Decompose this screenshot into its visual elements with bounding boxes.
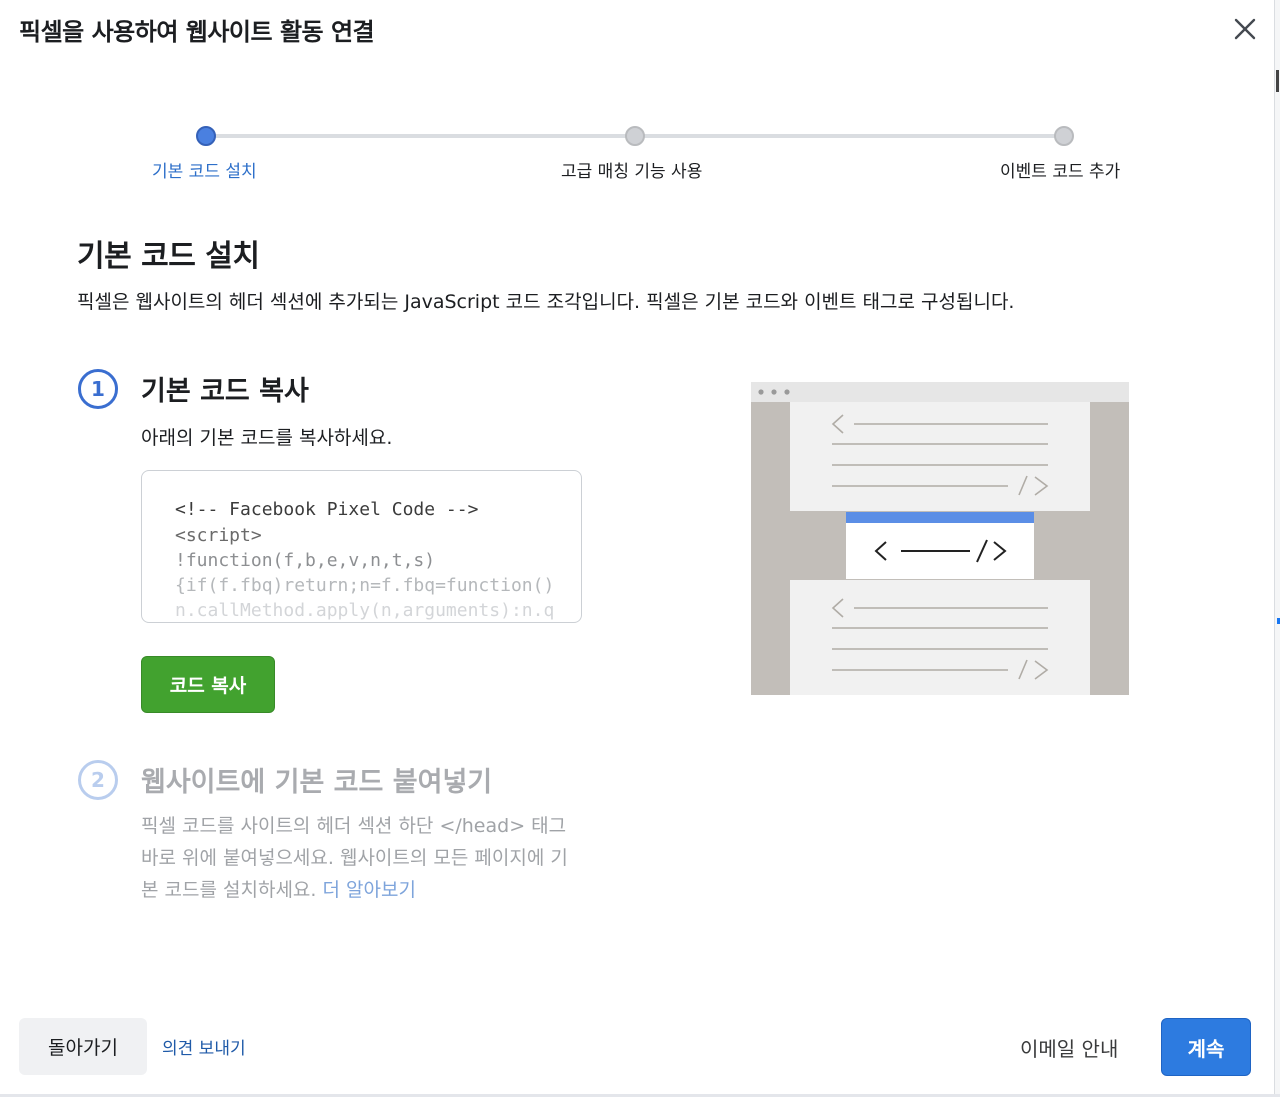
dialog-title: 픽셀을 사용하여 웹사이트 활동 연결 [19, 18, 375, 46]
website-header-illustration [751, 382, 1129, 695]
step-dot-1 [196, 126, 216, 146]
continue-button[interactable]: 계속 [1161, 1018, 1251, 1076]
step1-description: 아래의 기본 코드를 복사하세요. [141, 427, 393, 449]
step2-number-badge: 2 [78, 760, 118, 800]
code-line: <!-- Facebook Pixel Code --> [175, 499, 479, 520]
step-dot-3 [1054, 126, 1074, 146]
section-description: 픽셀은 웹사이트의 헤더 섹션에 추가되는 JavaScript 코드 조각입니… [77, 291, 1015, 313]
copy-code-button[interactable]: 코드 복사 [141, 656, 275, 713]
step2-title: 웹사이트에 기본 코드 붙여넣기 [141, 767, 493, 798]
email-instructions-link[interactable]: 이메일 안내 [1020, 1033, 1118, 1062]
step-label-basic-code: 기본 코드 설치 [152, 162, 257, 182]
code-line: <script> [175, 525, 262, 546]
step-label-event-code: 이벤트 코드 추가 [1000, 162, 1121, 182]
step1-number-badge: 1 [78, 369, 118, 409]
code-line: !function(f,b,e,v,n,t,s) [175, 550, 436, 571]
pixel-setup-dialog: 픽셀을 사용하여 웹사이트 활동 연결 기본 코드 설치 고급 매칭 기능 사용… [0, 0, 1275, 1095]
background-page-edge [1275, 0, 1280, 1097]
step2-description: 픽셀 코드를 사이트의 헤더 섹션 하단 </head> 태그 바로 위에 붙여… [141, 810, 581, 906]
step-label-advanced-matching: 고급 매칭 기능 사용 [561, 162, 703, 182]
learn-more-link[interactable]: 더 알아보기 [323, 879, 416, 901]
step-dot-2 [625, 126, 645, 146]
step1-title: 기본 코드 복사 [141, 376, 309, 407]
code-line: {if(f.fbq)return;n=f.fbq=function() [175, 575, 555, 596]
send-feedback-link[interactable]: 의견 보내기 [162, 1034, 246, 1059]
section-title: 기본 코드 설치 [77, 239, 260, 274]
back-button[interactable]: 돌아가기 [19, 1018, 147, 1075]
base-code-box[interactable]: <!-- Facebook Pixel Code --> <script> !f… [141, 470, 582, 623]
code-line: n.callMethod.apply(n,arguments):n.q [175, 600, 555, 621]
close-icon[interactable] [1228, 12, 1262, 46]
